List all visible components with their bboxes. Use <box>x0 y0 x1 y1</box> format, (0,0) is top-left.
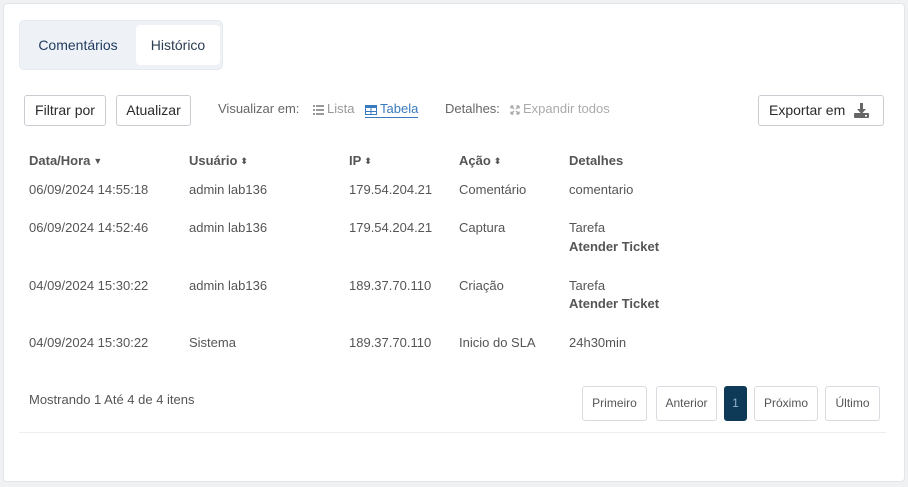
filter-button[interactable]: Filtrar por <box>24 95 106 126</box>
tab-comments[interactable]: Comentários <box>23 25 133 65</box>
export-label: Exportar em <box>769 102 846 118</box>
cell-user: admin lab136 <box>189 278 268 293</box>
details-label: Detalhes: <box>445 101 500 116</box>
cell-action: Comentário <box>459 182 527 197</box>
cell-datetime: 06/09/2024 14:55:18 <box>29 182 149 197</box>
column-header-action[interactable]: Ação ⬍ <box>459 153 501 168</box>
cell-detail-bold: Atender Ticket <box>569 239 660 254</box>
column-header-datetime[interactable]: Data/Hora ▼ <box>29 153 102 168</box>
cell-action: Inicio do SLA <box>459 335 536 350</box>
history-panel: Comentários Histórico Filtrar por Atuali… <box>3 3 905 482</box>
pagination-summary: Mostrando 1 Até 4 de 4 itens <box>29 392 195 407</box>
cell-ip: 179.54.204.21 <box>349 182 433 197</box>
cell-user: admin lab136 <box>189 182 268 197</box>
sort-desc-icon: ▼ <box>93 156 103 166</box>
sort-icon: ⬍ <box>493 156 502 166</box>
pagination-next-button[interactable]: Próximo <box>754 386 818 421</box>
view-list-label: Lista <box>327 101 355 116</box>
tab-history[interactable]: Histórico <box>136 25 220 65</box>
cell-ip: 189.37.70.110 <box>349 335 432 350</box>
view-table-option[interactable]: Tabela <box>365 101 419 118</box>
cell-datetime: 04/09/2024 15:30:22 <box>29 335 149 350</box>
column-header-details: Detalhes <box>569 153 624 168</box>
cell-detail: comentario <box>569 182 634 197</box>
expand-all-label: Expandir todos <box>523 101 610 116</box>
view-table-label: Tabela <box>380 101 419 116</box>
sort-icon: ⬍ <box>364 156 372 166</box>
cell-datetime: 06/09/2024 14:52:46 <box>29 220 149 235</box>
cell-action: Captura <box>459 220 506 235</box>
cell-user: admin lab136 <box>189 220 268 235</box>
tab-bar: Comentários Histórico <box>19 20 223 70</box>
pagination-page-1[interactable]: 1 <box>724 386 747 421</box>
cell-ip: 189.37.70.110 <box>349 278 432 293</box>
download-icon <box>854 103 869 118</box>
cell-detail: 24h30min <box>569 335 627 350</box>
refresh-button[interactable]: Atualizar <box>116 95 191 126</box>
cell-ip: 179.54.204.21 <box>349 220 433 235</box>
list-icon <box>313 105 324 115</box>
export-button[interactable]: Exportar em <box>758 95 884 126</box>
view-mode-label: Visualizar em: <box>218 101 300 116</box>
column-header-user[interactable]: Usuário ⬍ <box>189 153 248 168</box>
pagination-prev-button[interactable]: Anterior <box>656 386 717 421</box>
cell-detail: Tarefa <box>569 220 606 235</box>
expand-all-link[interactable]: Expandir todos <box>510 101 610 116</box>
cell-datetime: 04/09/2024 15:30:22 <box>29 278 149 293</box>
cell-detail-bold: Atender Ticket <box>569 296 660 311</box>
sort-icon: ⬍ <box>240 156 248 166</box>
cell-detail: Tarefa <box>569 278 606 293</box>
divider <box>19 432 886 433</box>
expand-icon <box>510 105 520 115</box>
table-icon <box>365 105 377 115</box>
view-list-option[interactable]: Lista <box>313 101 354 116</box>
cell-action: Criação <box>459 278 504 293</box>
cell-user: Sistema <box>189 335 236 350</box>
pagination-last-button[interactable]: Último <box>825 386 880 421</box>
pagination-first-button[interactable]: Primeiro <box>582 386 647 421</box>
column-header-ip[interactable]: IP ⬍ <box>349 153 372 168</box>
